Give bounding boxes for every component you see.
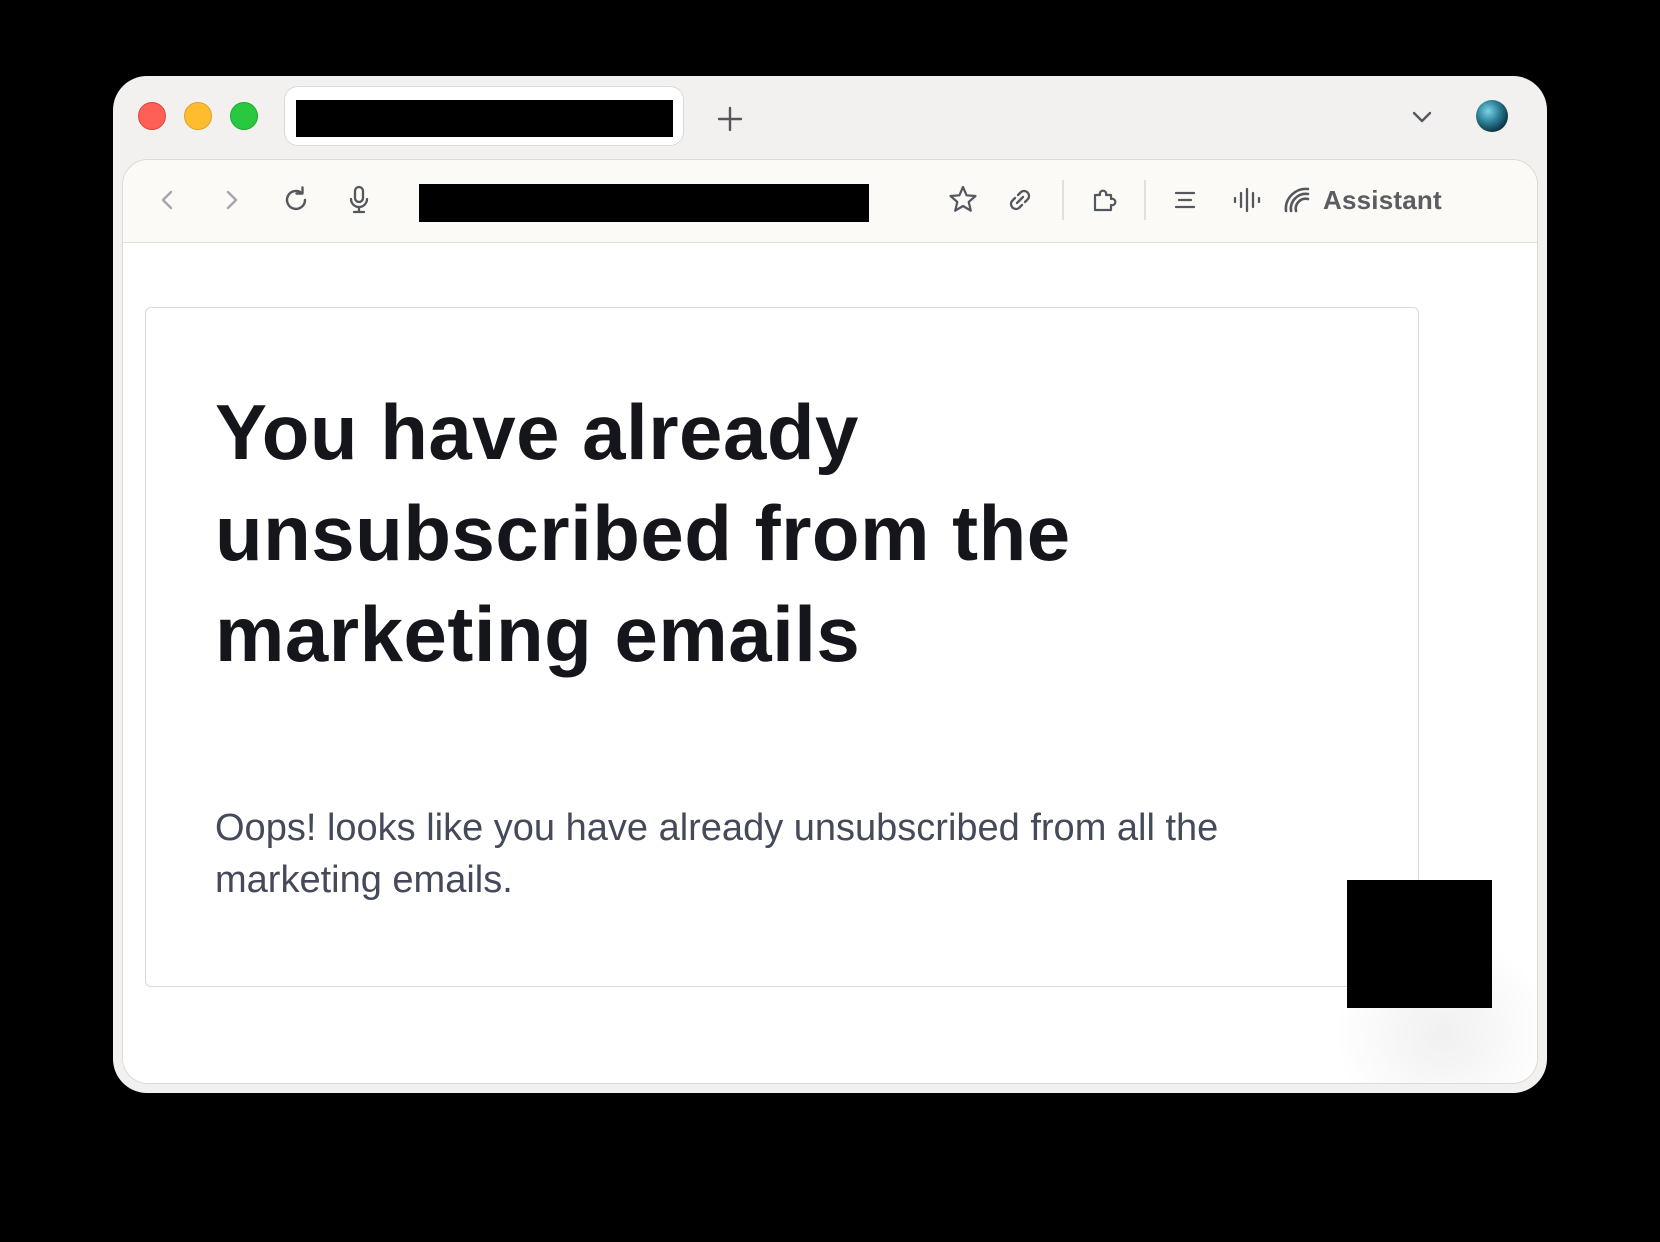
back-button[interactable] xyxy=(151,183,185,217)
plus-icon xyxy=(717,106,743,132)
reader-mode-button[interactable] xyxy=(1168,183,1202,217)
chevron-right-icon xyxy=(226,190,238,210)
chevron-left-icon xyxy=(161,190,173,210)
navigation-toolbar: Assistant xyxy=(123,160,1537,243)
profile-avatar[interactable] xyxy=(1476,100,1508,132)
unsubscribe-card: You have already unsubscribed from the m… xyxy=(145,307,1419,987)
minimize-window-button[interactable] xyxy=(184,102,212,130)
reload-icon xyxy=(285,186,307,211)
new-tab-button[interactable] xyxy=(713,102,747,136)
browser-window: Assistant You have already unsubscribed … xyxy=(113,76,1547,1093)
browser-tab[interactable] xyxy=(284,86,684,146)
zoom-window-button[interactable] xyxy=(230,102,258,130)
web-page: You have already unsubscribed from the m… xyxy=(123,243,1537,1083)
audio-waveform-icon xyxy=(1233,187,1261,213)
toolbar-divider xyxy=(1062,180,1064,220)
puzzle-piece-icon xyxy=(1093,189,1117,212)
star-icon xyxy=(949,185,977,212)
floating-widget-redacted[interactable] xyxy=(1347,880,1492,1008)
assistant-rainbow-icon xyxy=(1284,187,1310,213)
assistant-button[interactable]: Assistant xyxy=(1281,180,1442,220)
microphone-icon xyxy=(349,185,369,214)
voice-search-button[interactable] xyxy=(342,183,376,217)
address-bar-redacted[interactable] xyxy=(419,184,869,222)
read-aloud-button[interactable] xyxy=(1231,183,1265,217)
tab-title-redacted xyxy=(296,100,673,137)
page-heading: You have already unsubscribed from the m… xyxy=(215,388,1071,678)
chevron-down-icon xyxy=(1412,111,1432,123)
bookmark-button[interactable] xyxy=(946,183,980,217)
text-lines-icon xyxy=(1174,191,1196,209)
copy-link-button[interactable] xyxy=(1003,183,1037,217)
extensions-button[interactable] xyxy=(1088,183,1122,217)
unsubscribe-message: Oops! looks like you have already unsubs… xyxy=(215,807,1219,901)
browser-content-frame: Assistant You have already unsubscribed … xyxy=(122,159,1538,1084)
close-window-button[interactable] xyxy=(138,102,166,130)
title-bar xyxy=(113,76,1547,160)
toolbar-divider xyxy=(1144,180,1146,220)
forward-button[interactable] xyxy=(214,183,248,217)
link-icon xyxy=(1009,189,1031,211)
reload-button[interactable] xyxy=(279,183,313,217)
assistant-label: Assistant xyxy=(1323,184,1442,215)
tab-list-dropdown[interactable] xyxy=(1409,104,1435,130)
